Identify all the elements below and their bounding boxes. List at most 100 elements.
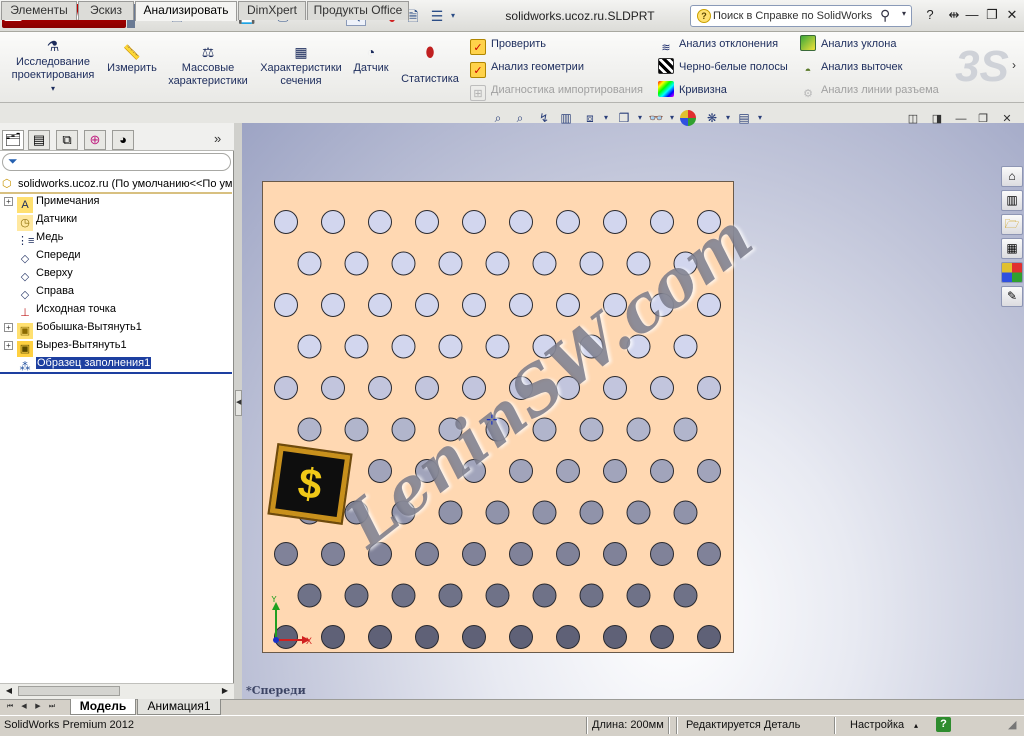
tree-item[interactable]: ⁂ Образец заполнения1	[4, 354, 152, 373]
hole	[579, 417, 604, 442]
tab-animation[interactable]: Анимация1	[137, 699, 221, 715]
appearances-icon[interactable]	[1001, 262, 1023, 283]
tree-item[interactable]: ◇ Справа	[4, 282, 74, 301]
next-tab-icon[interactable]: ▶	[32, 701, 44, 713]
file-explorer-icon[interactable]: 🗁	[1001, 214, 1023, 235]
hole	[391, 251, 416, 276]
tab-office-products[interactable]: Продукты Office	[307, 1, 409, 20]
status-help-icon[interactable]: ?	[936, 717, 951, 732]
viewport-minimize-icon[interactable]: —	[954, 112, 968, 126]
hole	[603, 210, 627, 234]
display-manager-icon[interactable]: ◕	[112, 130, 134, 150]
restore-layout-icon[interactable]: ⇹	[944, 6, 964, 24]
mass-properties-button[interactable]: ⚖ Массовые характеристики	[164, 44, 252, 88]
prev-tab-icon[interactable]: ◀	[18, 701, 30, 713]
resize-grip-icon[interactable]: ◢	[1008, 717, 1016, 734]
import-diagnostics-button[interactable]: ⊞ Диагностика импортирования	[470, 81, 643, 101]
options-dropdown-icon[interactable]: ▾	[448, 6, 458, 26]
undercut-analysis-button[interactable]: ◓ Анализ выточек	[800, 58, 903, 77]
units-dropdown-icon[interactable]: ▴	[914, 717, 918, 734]
design-study-dropdown-icon[interactable]: ▾	[6, 82, 100, 95]
dimxpert-icon[interactable]: ⊕	[84, 130, 106, 150]
home-icon[interactable]: ⌂	[1001, 166, 1023, 187]
section-view-icon[interactable]: ▥	[558, 110, 574, 126]
display-style-icon[interactable]: ❒	[616, 110, 632, 126]
appearance-icon[interactable]	[680, 110, 696, 126]
scene-dropdown-icon[interactable]: ▾	[720, 110, 736, 126]
last-tab-icon[interactable]: ⏭	[46, 701, 58, 713]
scene-icon[interactable]: ❋	[704, 110, 720, 126]
custom-properties-icon[interactable]: ✎	[1001, 286, 1023, 307]
zoom-area-icon[interactable]: ⌕	[512, 110, 528, 126]
search-dropdown-icon[interactable]: ▾	[902, 9, 906, 18]
design-study-button[interactable]: ⚗ Исследование проектирования ▾	[6, 38, 100, 95]
hide-show-items-icon[interactable]: 👓	[648, 110, 664, 126]
property-manager-icon[interactable]: ▤	[28, 130, 50, 150]
rollback-bar[interactable]	[0, 372, 232, 374]
view-palette-icon[interactable]: ▦	[1001, 238, 1023, 259]
scroll-left-icon[interactable]: ◀	[2, 684, 16, 698]
view-orientation-dropdown-icon[interactable]: ▾	[598, 110, 614, 126]
status-units[interactable]: Настройка	[850, 717, 904, 734]
hole	[509, 210, 533, 234]
tab-analyze[interactable]: Анализировать	[135, 1, 237, 21]
curvature-button[interactable]: Кривизна	[658, 81, 727, 99]
viewport-close-icon[interactable]: ✕	[1000, 112, 1014, 126]
check-icon: ✓	[470, 39, 486, 55]
previous-view-icon[interactable]: ↯	[536, 110, 552, 126]
expand-icon[interactable]: +	[4, 341, 13, 350]
view-settings-icon[interactable]: ▤	[736, 110, 752, 126]
ribbon-expand-icon[interactable]: ›	[1012, 58, 1016, 72]
tree-item[interactable]: + ▣ Вырез-Вытянуть1	[4, 336, 127, 357]
zoom-to-fit-icon[interactable]: ⌕	[490, 110, 506, 126]
help-icon[interactable]: ?	[920, 6, 940, 24]
section-properties-button[interactable]: ▦ Характеристики сечения	[256, 44, 346, 88]
tree-filter-input[interactable]	[2, 153, 231, 171]
tab-dimxpert[interactable]: DimXpert	[238, 1, 306, 20]
search-icon[interactable]: ⚲	[880, 7, 890, 24]
feature-tree-icon[interactable]: 🗂	[2, 130, 24, 150]
options-icon[interactable]: ☰	[428, 6, 446, 26]
zebra-stripes-button[interactable]: Черно-белые полосы	[658, 58, 788, 76]
scroll-thumb[interactable]	[18, 686, 120, 696]
tree-item[interactable]: ◷ Датчики	[4, 210, 77, 231]
tree-item[interactable]: ◇ Сверху	[4, 264, 73, 283]
parting-line-analysis-button[interactable]: ⚙ Анализ линии разъема	[800, 81, 939, 100]
tree-item[interactable]: + ▣ Бобышка-Вытянуть1	[4, 318, 142, 339]
statistics-button[interactable]: ⬮ Статистика	[398, 44, 462, 86]
geometry-analysis-button[interactable]: ✓ Анализ геометрии	[470, 58, 584, 78]
sensor-button[interactable]: ◔ Датчик	[348, 44, 394, 75]
tree-item[interactable]: + A Примечания	[4, 192, 100, 213]
tree-item[interactable]: ⊥ Исходная точка	[4, 300, 116, 319]
view-orientation-icon[interactable]: ⧈	[582, 110, 598, 126]
viewport-split-icon[interactable]: ◨	[930, 112, 944, 126]
tree-item[interactable]: ◇ Спереди	[4, 246, 81, 265]
viewport-tile-icon[interactable]: ◫	[906, 112, 920, 126]
hide-show-dropdown-icon[interactable]: ▾	[664, 110, 680, 126]
check-button[interactable]: ✓ Проверить	[470, 35, 546, 55]
display-style-dropdown-icon[interactable]: ▾	[632, 110, 648, 126]
maximize-icon[interactable]: ❐	[982, 6, 1002, 24]
scroll-right-icon[interactable]: ▶	[218, 684, 232, 698]
tree-root-part[interactable]: ⬡ solidworks.ucoz.ru (По умолчанию<<По ум…	[2, 176, 232, 192]
tab-model[interactable]: Модель	[70, 699, 136, 715]
first-tab-icon[interactable]: ⏮	[4, 701, 16, 713]
expand-icon[interactable]: +	[4, 197, 13, 206]
viewport-restore-icon[interactable]: ❐	[976, 112, 990, 126]
draft-analysis-button[interactable]: Анализ уклона	[800, 35, 896, 53]
tab-sketch[interactable]: Эскиз	[78, 1, 134, 20]
minimize-icon[interactable]: —	[962, 6, 982, 24]
close-icon[interactable]: ✕	[1002, 6, 1022, 24]
deviation-analysis-button[interactable]: ≋ Анализ отклонения	[658, 35, 778, 54]
configuration-icon[interactable]: ⧉	[56, 130, 78, 150]
hole	[579, 500, 604, 525]
design-library-icon[interactable]: ▥	[1001, 190, 1023, 211]
view-settings-dropdown-icon[interactable]: ▾	[752, 110, 768, 126]
panel-more-icon[interactable]: »	[214, 131, 221, 146]
help-search-input[interactable]: Поиск в Справке по SolidWorks	[690, 5, 912, 27]
expand-icon[interactable]: +	[4, 323, 13, 332]
collapse-panel-icon[interactable]: ◀	[235, 390, 242, 416]
tab-elements[interactable]: Элементы	[1, 1, 77, 20]
measure-button[interactable]: 📏 Измерить	[104, 44, 160, 75]
tree-item[interactable]: ⋮≡ Медь	[4, 228, 63, 247]
